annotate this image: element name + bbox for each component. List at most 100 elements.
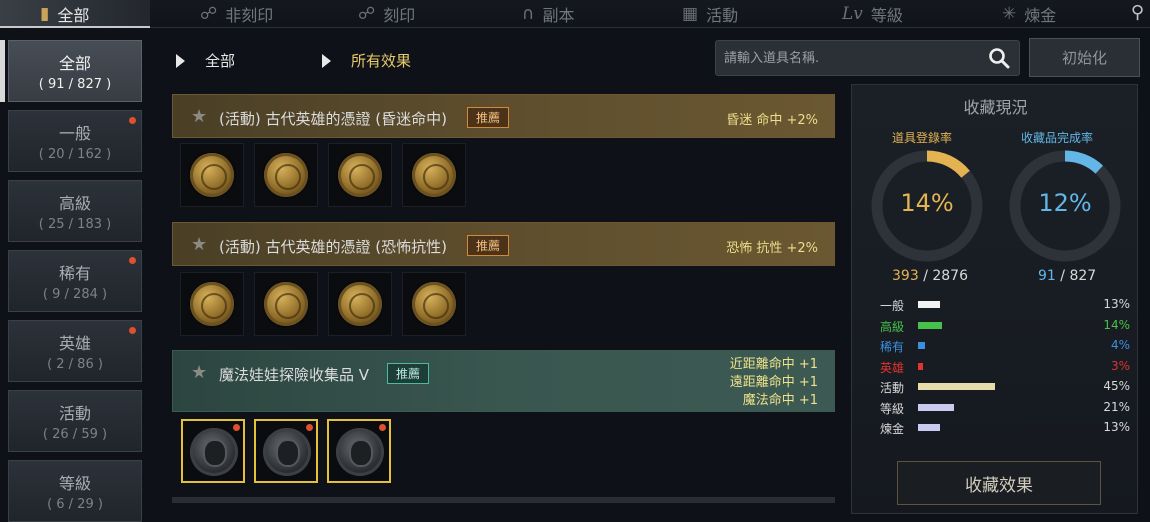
grade-stat-name: 等級 <box>880 401 905 416</box>
sidebar-item-label: 高級 <box>58 194 91 213</box>
tab-engraved[interactable]: ☍ 刻印 <box>358 0 415 28</box>
effect-filter[interactable]: 所有效果 <box>322 50 411 71</box>
gold-coin-icon <box>412 153 456 197</box>
sidebar-item-hero[interactable]: 英雄 ( 2 / 86 ) <box>8 320 142 382</box>
item-slot[interactable] <box>254 419 318 483</box>
item-slot[interactable] <box>327 419 391 483</box>
sidebar-item-label: 全部 <box>58 54 91 73</box>
sidebar-item-count: ( 25 / 183 ) <box>38 217 112 232</box>
gauge-ratio: 91 / 827 <box>1038 268 1096 284</box>
gold-coin-icon <box>190 153 234 197</box>
grade-stat-row: 煉金 13% <box>880 418 1130 438</box>
search-icon[interactable] <box>987 46 1011 70</box>
level-icon: Lv <box>842 4 863 24</box>
grade-stat-bar <box>918 424 941 431</box>
sidebar: 全部 ( 91 / 827 ) 一般 ( 20 / 162 ) 高級 ( 25 … <box>0 36 145 522</box>
sidebar-item-level[interactable]: 等級 ( 6 / 29 ) <box>8 460 142 522</box>
grade-stat-percent: 45% <box>1103 379 1130 393</box>
gold-coin-icon <box>338 153 382 197</box>
favorite-star-icon[interactable]: ★ <box>191 234 207 255</box>
star-icon: ✳ <box>1002 4 1017 24</box>
grade-stat-bar <box>918 403 955 411</box>
sidebar-item-label: 一般 <box>58 124 91 143</box>
collection-header[interactable]: ★ (活動) 古代英雄的憑證 (昏迷命中) 推薦 昏迷 命中 +2% <box>172 94 835 138</box>
item-slot[interactable] <box>254 272 318 336</box>
gauge-ratio: 393 / 2876 <box>892 268 968 284</box>
notification-dot <box>233 424 240 431</box>
sidebar-item-rare[interactable]: 稀有 ( 9 / 284 ) <box>8 250 142 312</box>
sidebar-item-count: ( 20 / 162 ) <box>38 147 112 162</box>
grade-stat-name: 活動 <box>880 381 905 395</box>
favorite-star-icon[interactable]: ★ <box>191 106 207 127</box>
collection-effect: 近距離命中 +1 遠距離命中 +1 魔法命中 +1 <box>730 356 818 410</box>
tab-dungeon[interactable]: ∩ 副本 <box>522 0 574 28</box>
notification-dot <box>306 424 313 431</box>
notification-dot <box>129 117 136 124</box>
collection-title: (活動) 古代英雄的憑證 (昏迷命中) <box>219 110 447 128</box>
grade-stat-bar <box>918 362 924 370</box>
sidebar-item-count: ( 26 / 59 ) <box>42 427 108 442</box>
grade-stat-percent: 3% <box>1110 358 1130 373</box>
category-filter[interactable]: 全部 <box>176 50 235 71</box>
tab-label: 副本 <box>542 6 575 25</box>
item-slot[interactable] <box>180 143 244 207</box>
panel-title: 收藏現況 <box>963 98 1028 117</box>
recommend-badge: 推薦 <box>467 107 510 128</box>
sidebar-item-label: 活動 <box>58 404 91 423</box>
collection-effect: 昏迷 命中 +2% <box>726 113 818 128</box>
notification-dot <box>129 327 136 334</box>
gauge-value: 12% <box>1038 189 1092 217</box>
search-magnifier-icon[interactable]: ⚲ <box>1131 2 1144 23</box>
grade-stat-bar <box>918 301 941 308</box>
play-triangle-icon <box>176 53 185 68</box>
gauge-total: 2876 <box>932 268 968 284</box>
sidebar-item-label: 英雄 <box>58 334 91 353</box>
grade-stat-row: 等級 21% <box>880 398 1130 418</box>
gauge-label: 道具登錄率 <box>892 131 953 145</box>
doll-token-icon <box>263 428 311 476</box>
item-slot[interactable] <box>254 143 318 207</box>
item-slot[interactable] <box>180 272 244 336</box>
tab-all[interactable]: ▮ 全部 <box>40 0 89 28</box>
grade-stat-percent: 13% <box>1103 420 1130 434</box>
sidebar-item-event[interactable]: 活動 ( 26 / 59 ) <box>8 390 142 452</box>
shield-icon: ☍ <box>200 4 218 24</box>
tab-label: 全部 <box>57 6 90 25</box>
sidebar-active-marker <box>0 40 5 102</box>
tab-alchemy[interactable]: ✳ 煉金 <box>1002 0 1056 28</box>
gold-coin-icon <box>190 282 234 326</box>
grade-stat-name: 英雄 <box>880 360 905 375</box>
gold-coin-icon <box>338 282 382 326</box>
sidebar-item-advanced[interactable]: 高級 ( 25 / 183 ) <box>8 180 142 242</box>
item-slot[interactable] <box>181 419 245 483</box>
gold-coin-icon <box>264 153 308 197</box>
collection-header[interactable]: ★ 魔法娃娃探險收集品 V 推薦 近距離命中 +1 遠距離命中 +1 魔法命中 … <box>172 350 835 412</box>
sidebar-item-all[interactable]: 全部 ( 91 / 827 ) <box>8 40 142 102</box>
collection-effect-button[interactable]: 收藏效果 <box>897 461 1101 505</box>
tab-event[interactable]: ▦ 活動 <box>682 0 738 28</box>
item-slot[interactable] <box>402 143 466 207</box>
reset-button[interactable]: 初始化 <box>1029 38 1140 77</box>
gauge-total: 827 <box>1069 268 1097 284</box>
favorite-star-icon[interactable]: ★ <box>191 362 207 383</box>
grade-stat-row: 活動 45% <box>880 377 1130 397</box>
doll-token-icon <box>336 428 384 476</box>
horizontal-scrollbar[interactable] <box>172 497 835 503</box>
item-slot[interactable] <box>402 272 466 336</box>
gold-coin-icon <box>264 282 308 326</box>
sidebar-item-label: 等級 <box>58 474 91 493</box>
grade-stat-name: 高級 <box>880 319 905 334</box>
tab-label: 刻印 <box>383 6 416 25</box>
book-icon: ▮ <box>40 4 50 24</box>
item-slot[interactable] <box>328 272 392 336</box>
play-triangle-icon <box>322 53 331 68</box>
collection-header[interactable]: ★ (活動) 古代英雄的憑證 (恐怖抗性) 推薦 恐怖 抗性 +2% <box>172 222 835 266</box>
sidebar-item-normal[interactable]: 一般 ( 20 / 162 ) <box>8 110 142 172</box>
grade-stat-name: 一般 <box>880 299 905 313</box>
item-slot[interactable] <box>328 143 392 207</box>
grade-stat-percent: 14% <box>1103 317 1130 332</box>
tab-level[interactable]: Lv 等級 <box>842 0 903 28</box>
tab-non-engraved[interactable]: ☍ 非刻印 <box>200 0 273 28</box>
grade-stat-name: 煉金 <box>880 422 905 436</box>
search-input[interactable] <box>724 47 974 69</box>
